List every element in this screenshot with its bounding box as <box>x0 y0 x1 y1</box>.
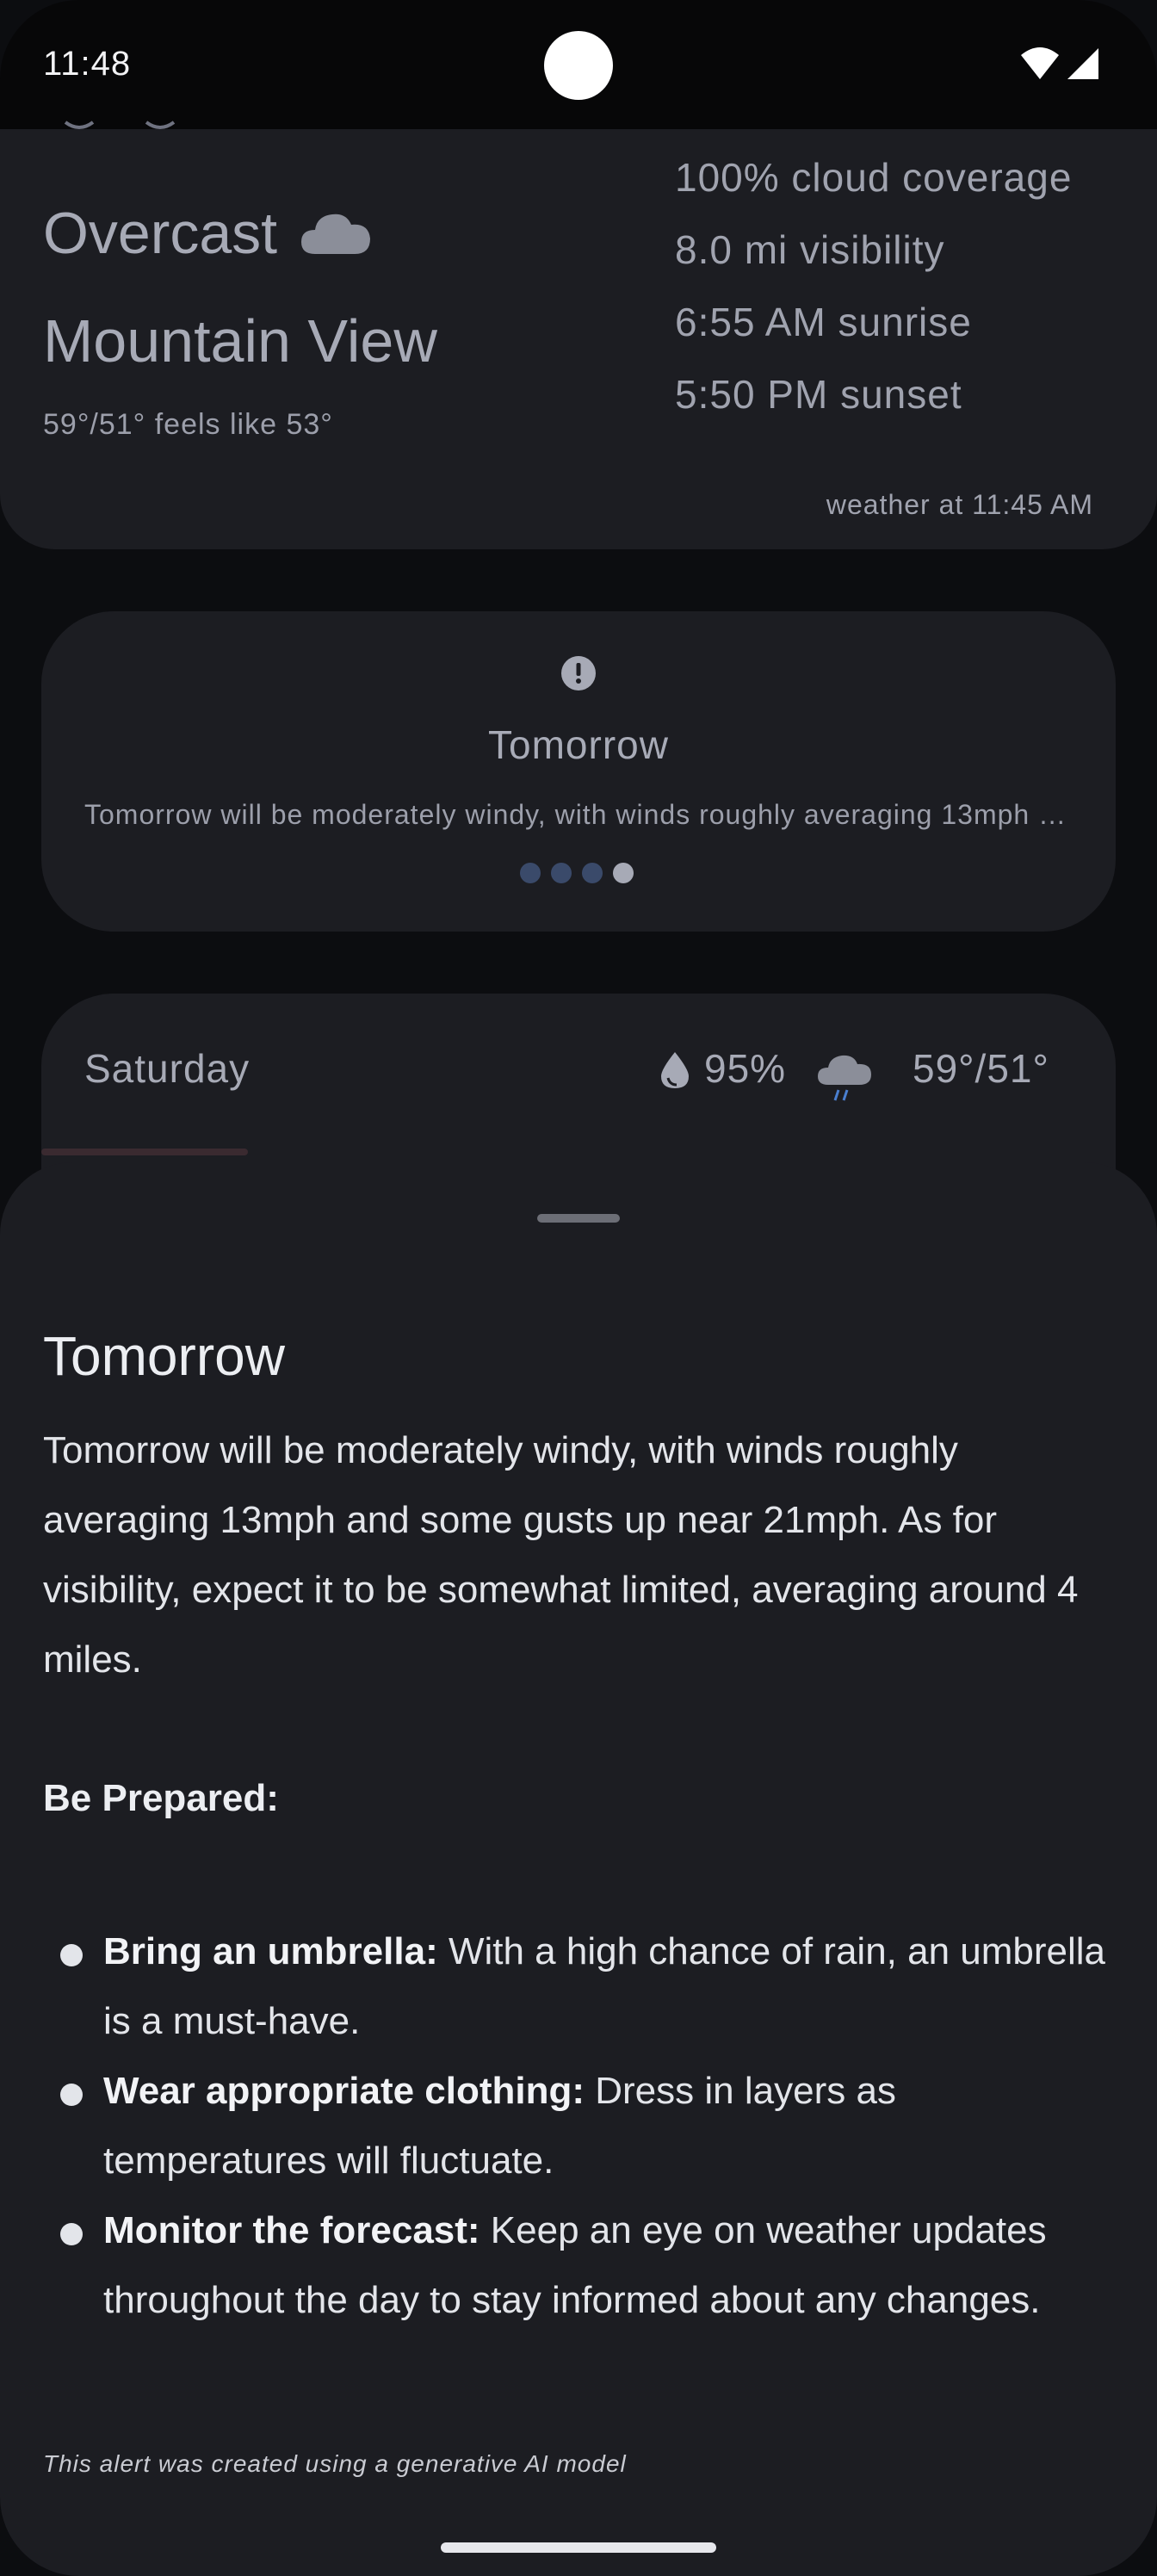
list-item: Wear appropriate clothing: Dress in laye… <box>43 2056 1128 2195</box>
screen: 11:48 Overcast Mountain View 59°/51° fee… <box>0 0 1157 2576</box>
visibility: 8.0 mi visibility <box>675 227 945 272</box>
page-dot-4-active[interactable] <box>613 863 634 883</box>
sheet-title: Tomorrow <box>43 1325 285 1387</box>
page-indicator[interactable] <box>520 863 634 883</box>
bullet-icon <box>60 1944 83 1966</box>
day-bar <box>41 1149 248 1155</box>
weather-alert-card[interactable]: Tomorrow Tomorrow will be moderately win… <box>41 611 1116 932</box>
bullet-icon <box>60 2223 83 2245</box>
status-time: 11:48 <box>43 45 132 83</box>
status-bar: 11:48 <box>0 0 1157 129</box>
page-dot-1[interactable] <box>520 863 541 883</box>
bullet-bold: Bring an umbrella: <box>103 1930 438 1972</box>
partial-icons-row <box>64 121 176 129</box>
weather-details: 100% cloud coverage 8.0 mi visibility 6:… <box>675 141 1072 430</box>
ai-disclaimer: This alert was created using a generativ… <box>43 2450 627 2477</box>
preparation-list: Bring an umbrella: With a high chance of… <box>43 1917 1128 2335</box>
page-dot-3[interactable] <box>582 863 603 883</box>
list-item: Monitor the forecast: Keep an eye on wea… <box>43 2195 1128 2335</box>
current-weather-card[interactable]: Overcast Mountain View 59°/51° feels lik… <box>0 121 1157 549</box>
page-dot-2[interactable] <box>551 863 572 883</box>
updated-time: weather at 11:45 AM <box>826 489 1093 520</box>
alert-title: Tomorrow <box>488 722 669 767</box>
wifi-icon <box>1021 47 1059 79</box>
cloud-icon <box>301 214 371 254</box>
day-temperatures: 59°/51° <box>913 1046 1049 1091</box>
drag-handle[interactable] <box>537 1214 620 1223</box>
front-camera <box>544 31 613 100</box>
water-drop-icon <box>661 1052 689 1088</box>
bullet-bold: Wear appropriate clothing: <box>103 2070 585 2112</box>
home-indicator[interactable] <box>441 2542 716 2553</box>
rain-cloud-icon <box>818 1055 871 1101</box>
precipitation-chance: 95% <box>704 1046 787 1091</box>
bullet-icon <box>60 2084 83 2106</box>
cellular-signal-icon <box>1067 48 1098 79</box>
sheet-body: Tomorrow will be moderately windy, with … <box>43 1429 1079 1681</box>
list-item: Bring an umbrella: With a high chance of… <box>43 1917 1128 2056</box>
alert-text: Tomorrow will be moderately windy, with … <box>84 799 1074 830</box>
alert-detail-sheet[interactable]: Tomorrow Tomorrow will be moderately win… <box>0 1162 1157 2576</box>
day-name: Saturday <box>84 1046 251 1091</box>
sunrise: 6:55 AM sunrise <box>675 300 972 344</box>
temperature-summary: 59°/51° feels like 53° <box>43 408 333 441</box>
city-name: Mountain View <box>43 307 437 375</box>
be-prepared-heading: Be Prepared: <box>43 1777 279 1819</box>
cloud-coverage: 100% cloud coverage <box>675 155 1073 200</box>
sunset: 5:50 PM sunset <box>675 372 962 417</box>
bullet-bold: Monitor the forecast: <box>103 2209 480 2251</box>
current-condition: Overcast <box>43 200 372 267</box>
status-icons <box>1021 47 1098 79</box>
alert-icon <box>561 656 596 690</box>
condition-label: Overcast <box>43 201 278 266</box>
